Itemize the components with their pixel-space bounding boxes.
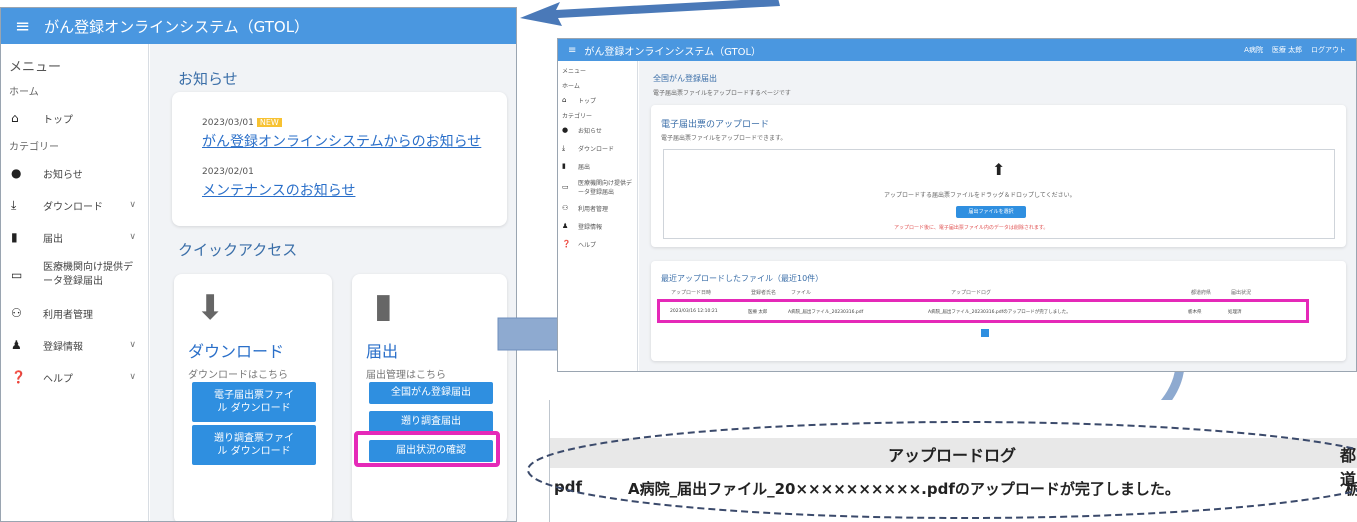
col-status: 届出状況 <box>1231 290 1252 296</box>
col-file: ファイル <box>791 290 812 296</box>
table-row[interactable]: 2023/03/16 12:10:21 医療 太郎 A病院_届出ファイル_202… <box>657 299 1309 323</box>
user-hospital: A病院 <box>1244 46 1263 54</box>
right-screenshot: ≡ がん登録オンラインシステム（GTOL） A病院 医療 太郎 ログアウト メニ… <box>557 38 1357 372</box>
hamburger-icon[interactable]: ≡ <box>568 45 576 56</box>
main-content: 全国がん登録届出 電子届出票ファイルをアップロードするページです 電子届出票のア… <box>639 61 1356 371</box>
cell-status: 処理済 <box>1228 310 1242 315</box>
drop-zone[interactable]: ⬆ アップロードする届出票ファイルをドラッグ＆ドロップしてください。 届出ファイ… <box>663 149 1335 239</box>
upload-warning: アップロード後に、電子届出票ファイル内のデータは削除されます。 <box>894 225 1049 231</box>
app-title: がん登録オンラインシステム（GTOL） <box>584 46 762 58</box>
user-gear-icon: ♟ <box>562 222 569 230</box>
alert-circle-icon: ● <box>562 126 569 134</box>
col-upload-time: アップロード日時 <box>671 290 712 296</box>
col-upload-log: アップロードログ <box>951 290 992 296</box>
sidebar-item-label: トップ <box>578 97 597 105</box>
download-icon: ⤓ <box>562 143 566 152</box>
col-registrant: 登録者氏名 <box>751 290 777 296</box>
drop-instruction: アップロードする届出票ファイルをドラッグ＆ドロップしてください。 <box>884 192 1076 199</box>
help-icon: ❓ <box>562 240 571 248</box>
sidebar-item-label: ヘルプ <box>578 241 597 249</box>
recent-title: 最近アップロードしたファイル（最近10件） <box>661 274 824 283</box>
pagination-button[interactable] <box>981 329 989 337</box>
sidebar-item-label: ダウンロード <box>578 145 615 153</box>
user-name: 医療 太郎 <box>1271 46 1303 54</box>
zoom-ellipse <box>527 421 1357 519</box>
sidebar-item-label: お知らせ <box>578 127 602 135</box>
logout-link[interactable]: ログアウト <box>1311 46 1346 54</box>
page-title: 全国がん登録届出 <box>653 74 717 83</box>
upload-subtitle: 電子届出票ファイルをアップロードできます。 <box>661 135 787 142</box>
sidebar-item-medical-data[interactable]: ▭ 医療機関向け提供データ登録届出 <box>558 175 637 199</box>
page-subtitle: 電子届出票ファイルをアップロードするページです <box>653 90 791 97</box>
pointer-arrow <box>520 0 780 26</box>
cell-upload-log: A病院_届出ファイル_20230316.pdfのアップロードが完了しました。 <box>928 310 1071 315</box>
upload-title: 電子届出票のアップロード <box>661 120 770 130</box>
recent-uploads-card: 最近アップロードしたファイル（最近10件） アップロード日時 登録者氏名 ファイ… <box>651 261 1346 361</box>
sidebar-item-label: 利用者管理 <box>578 205 609 213</box>
col-prefecture: 都道府県 <box>1191 290 1212 296</box>
cell-file: A病院_届出ファイル_20230316.pdf <box>788 310 864 315</box>
upload-icon: ⬆ <box>992 160 1006 179</box>
select-file-button[interactable]: 届出ファイルを選択 <box>956 206 1026 218</box>
sidebar-item-download[interactable]: ⤓ ダウンロード <box>558 139 637 157</box>
user-info: A病院 医療 太郎 ログアウト <box>1244 45 1346 55</box>
upload-card: 電子届出票のアップロード 電子届出票ファイルをアップロードできます。 ⬆ アップ… <box>651 105 1346 247</box>
zoom-focus-ellipse <box>527 421 1357 519</box>
laptop-icon: ▭ <box>562 183 569 191</box>
sidebar-item-label: 医療機関向け提供データ登録届出 <box>578 180 633 196</box>
sidebar-item-label: 届出 <box>578 163 591 171</box>
sidebar-item-submit[interactable]: ▮ 届出 <box>558 157 637 175</box>
section-category: カテゴリー <box>562 112 593 120</box>
sidebar-item-help[interactable]: ❓ ヘルプ <box>558 235 637 253</box>
cell-registrant: 医療 太郎 <box>748 310 768 315</box>
home-icon: ⌂ <box>562 96 567 104</box>
sidebar-item-top[interactable]: ⌂ トップ <box>558 91 637 109</box>
file-icon: ▮ <box>562 162 566 170</box>
sidebar-item-users[interactable]: ⚇ 利用者管理 <box>558 199 637 217</box>
section-home: ホーム <box>562 82 580 90</box>
sidebar-item-news[interactable]: ● お知らせ <box>558 121 637 139</box>
users-icon: ⚇ <box>562 204 569 212</box>
sidebar-item-label: 登録情報 <box>578 223 603 231</box>
app-bar: ≡ がん登録オンラインシステム（GTOL） A病院 医療 太郎 ログアウト <box>558 39 1356 61</box>
cell-upload-time: 2023/03/16 12:10:21 <box>670 309 718 314</box>
sidebar: メニュー ホーム ⌂ トップ カテゴリー ● お知らせ ⤓ ダウンロード ▮ 届出 ▭ 医… <box>558 61 638 371</box>
sidebar-item-registration[interactable]: ♟ 登録情報 <box>558 217 637 235</box>
cell-prefecture: 栃木県 <box>1188 310 1202 315</box>
menu-title: メニュー <box>562 67 587 75</box>
